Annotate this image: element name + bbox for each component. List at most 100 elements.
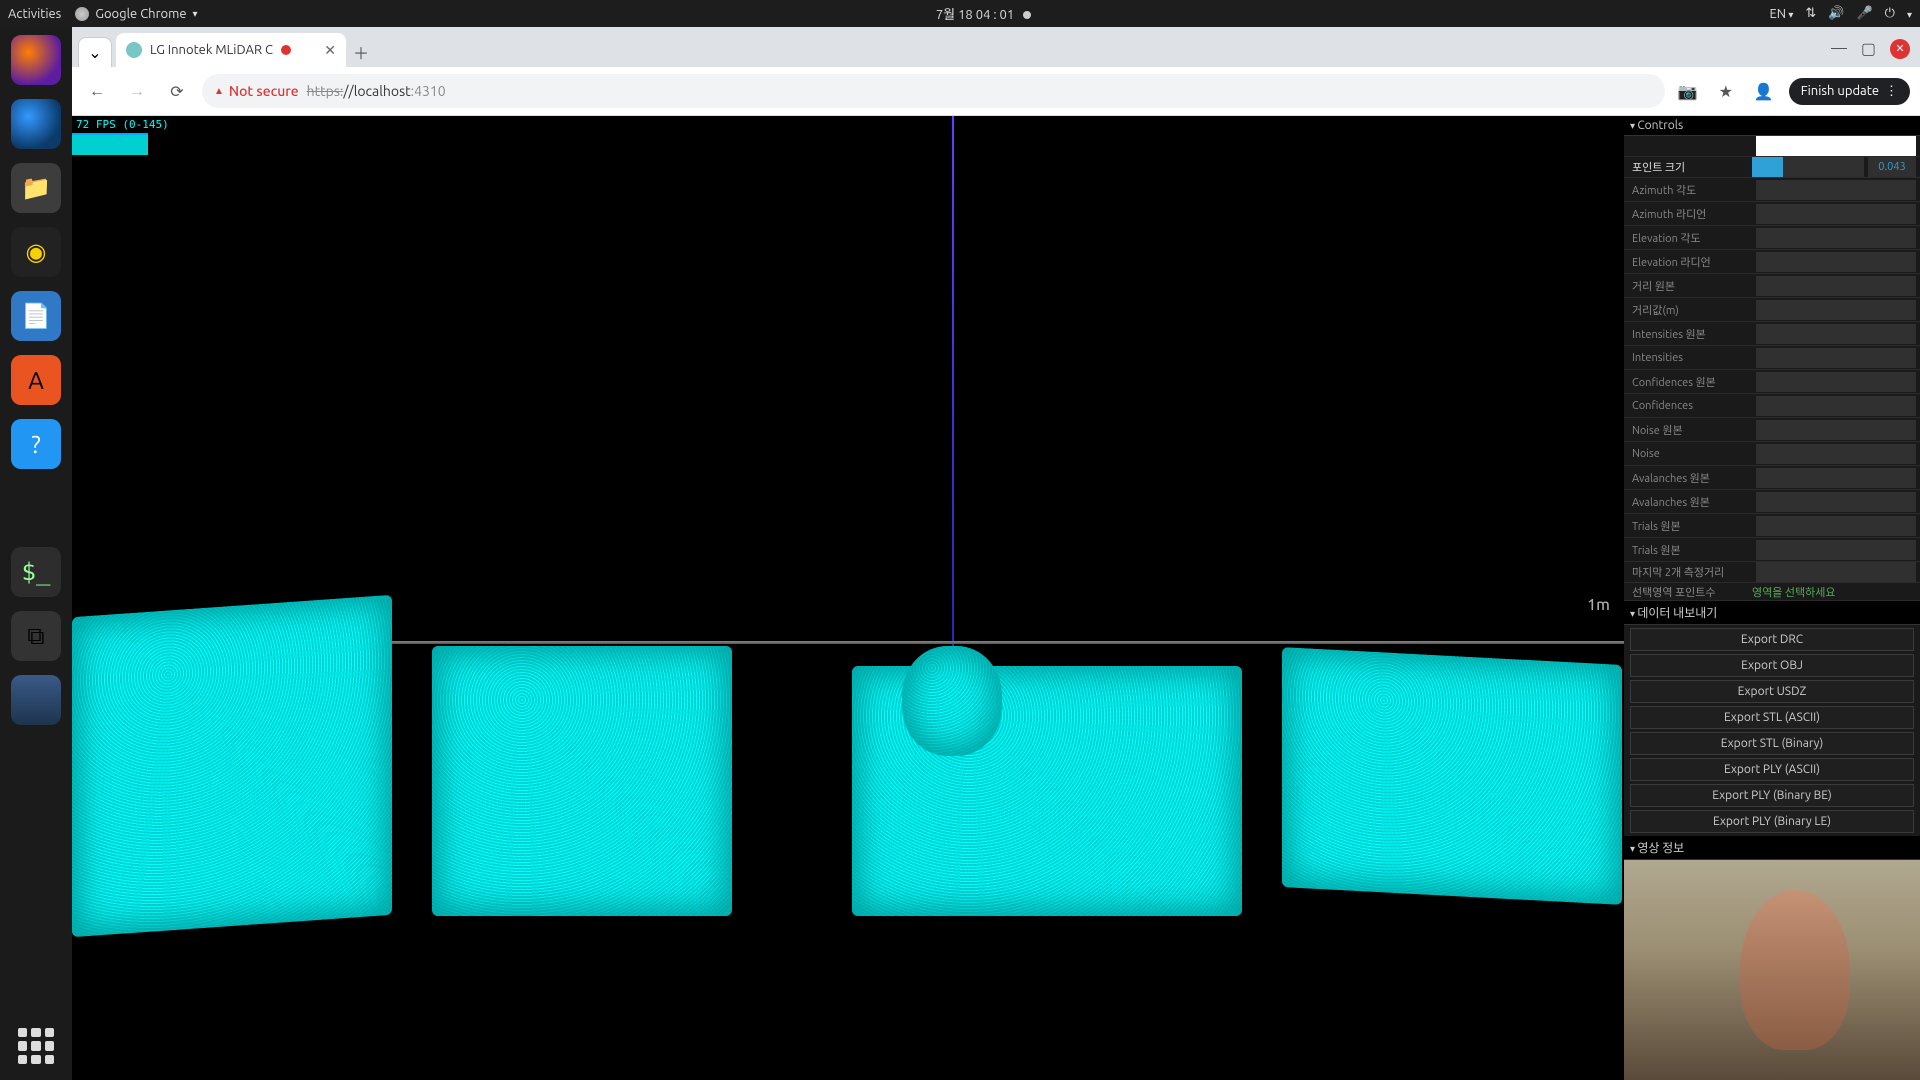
not-secure-badge[interactable]: Not secure bbox=[214, 83, 299, 99]
chevron-down-icon: ⌄ bbox=[88, 43, 101, 62]
control-label: Intensities 원본 bbox=[1624, 326, 1752, 342]
control-row: Elevation 라디언 bbox=[1624, 250, 1920, 274]
controls-section-header[interactable]: Controls bbox=[1624, 116, 1920, 136]
address-bar[interactable]: Not secure https://localhost:4310 bbox=[202, 74, 1665, 108]
recording-indicator-icon bbox=[281, 45, 291, 55]
field-last-two[interactable] bbox=[1756, 562, 1916, 582]
tab-close-button[interactable]: ✕ bbox=[324, 42, 336, 59]
control-row: Trials 원본 bbox=[1624, 538, 1920, 562]
control-field[interactable] bbox=[1756, 276, 1916, 296]
export-button[interactable]: Export STL (Binary) bbox=[1630, 732, 1914, 755]
camera-preview bbox=[1624, 860, 1920, 1080]
video-section-header[interactable]: 영상 정보 bbox=[1624, 836, 1920, 860]
window-maximize-button[interactable]: ▢ bbox=[1861, 39, 1876, 59]
dock-help[interactable]: ? bbox=[11, 419, 61, 469]
control-field[interactable] bbox=[1756, 204, 1916, 224]
row-hidden-top bbox=[1624, 136, 1920, 157]
chrome-window: ⌄ LG Innotek MLiDAR C ✕ ＋ — ▢ ✕ ← → ⟳ No… bbox=[72, 27, 1920, 1080]
slider-point-size[interactable] bbox=[1752, 157, 1864, 177]
control-row: Noise bbox=[1624, 442, 1920, 466]
export-button[interactable]: Export PLY (ASCII) bbox=[1630, 758, 1914, 781]
camera-indicator-icon[interactable]: 📷 bbox=[1675, 78, 1701, 104]
network-icon[interactable]: ⇅ bbox=[1805, 6, 1816, 21]
dock: 📁 ◉ 📄 A ? $_ ⧉ bbox=[0, 27, 72, 1080]
control-field[interactable] bbox=[1756, 348, 1916, 368]
reload-button[interactable]: ⟳ bbox=[162, 76, 192, 106]
profile-button[interactable]: 👤 bbox=[1751, 78, 1777, 104]
control-label: Trials 원본 bbox=[1624, 518, 1752, 534]
lidar-viewport[interactable]: 72 FPS (0-145) 1m Controls 포인트 크기 bbox=[72, 116, 1920, 1080]
back-button[interactable]: ← bbox=[82, 76, 112, 106]
export-button[interactable]: Export PLY (Binary LE) bbox=[1630, 810, 1914, 833]
control-field[interactable] bbox=[1756, 372, 1916, 392]
control-row: 거리 원본 bbox=[1624, 274, 1920, 298]
label-point-size: 포인트 크기 bbox=[1624, 159, 1752, 175]
dock-screenshot[interactable]: ⧉ bbox=[11, 611, 61, 661]
dock-thunderbird[interactable] bbox=[11, 99, 61, 149]
control-field[interactable] bbox=[1756, 516, 1916, 536]
window-minimize-button[interactable]: — bbox=[1831, 39, 1847, 59]
control-row: Avalanches 원본 bbox=[1624, 466, 1920, 490]
msg-selection: 영역을 선택하세요 bbox=[1752, 584, 1920, 600]
bookmark-button[interactable]: ★ bbox=[1713, 78, 1739, 104]
toolbar: ← → ⟳ Not secure https://localhost:4310 … bbox=[72, 67, 1920, 116]
control-label: Azimuth 각도 bbox=[1624, 182, 1752, 198]
control-row: Confidences bbox=[1624, 394, 1920, 418]
fps-graph bbox=[72, 133, 148, 155]
dock-terminal[interactable]: $_ bbox=[11, 547, 61, 597]
export-button[interactable]: Export PLY (Binary BE) bbox=[1630, 784, 1914, 807]
window-close-button[interactable]: ✕ bbox=[1890, 39, 1910, 59]
tab-title: LG Innotek MLiDAR C bbox=[150, 43, 273, 57]
field-color[interactable] bbox=[1756, 136, 1916, 156]
control-field[interactable] bbox=[1756, 300, 1916, 320]
tab-search-button[interactable]: ⌄ bbox=[78, 37, 112, 67]
clock[interactable]: 7월 18 04 : 01 bbox=[936, 8, 1014, 22]
control-field[interactable] bbox=[1756, 540, 1916, 560]
dock-image-viewer[interactable] bbox=[11, 675, 61, 725]
control-field[interactable] bbox=[1756, 444, 1916, 464]
dock-firefox[interactable] bbox=[11, 35, 61, 85]
power-icon[interactable]: ⏻ bbox=[1885, 6, 1895, 21]
control-field[interactable] bbox=[1756, 468, 1916, 488]
control-row: Intensities bbox=[1624, 346, 1920, 370]
input-language[interactable]: EN bbox=[1770, 7, 1794, 21]
notification-dot-icon bbox=[1023, 11, 1031, 19]
control-label: 거리값(m) bbox=[1624, 302, 1752, 318]
control-field[interactable] bbox=[1756, 228, 1916, 248]
export-button[interactable]: Export STL (ASCII) bbox=[1630, 706, 1914, 729]
row-last-two-distance: 마지막 2개 측정거리 bbox=[1624, 562, 1920, 583]
control-field[interactable] bbox=[1756, 180, 1916, 200]
control-label: 거리 원본 bbox=[1624, 278, 1752, 294]
control-field[interactable] bbox=[1756, 492, 1916, 512]
value-point-size[interactable]: 0.043 bbox=[1868, 157, 1916, 177]
export-button[interactable]: Export USDZ bbox=[1630, 680, 1914, 703]
current-app-menu[interactable]: Google Chrome bbox=[75, 7, 197, 21]
new-tab-button[interactable]: ＋ bbox=[346, 37, 376, 67]
export-section-header[interactable]: 데이터 내보내기 bbox=[1624, 601, 1920, 625]
export-button[interactable]: Export OBJ bbox=[1630, 654, 1914, 677]
mic-icon[interactable]: 🎤 bbox=[1856, 6, 1872, 21]
dock-files[interactable]: 📁 bbox=[11, 163, 61, 213]
control-row: 거리값(m) bbox=[1624, 298, 1920, 322]
control-field[interactable] bbox=[1756, 420, 1916, 440]
control-field[interactable] bbox=[1756, 252, 1916, 272]
system-menu[interactable] bbox=[1907, 7, 1912, 21]
finish-update-button[interactable]: Finish update ⋮ bbox=[1789, 78, 1910, 105]
tab-active[interactable]: LG Innotek MLiDAR C ✕ bbox=[116, 33, 346, 67]
dock-writer[interactable]: 📄 bbox=[11, 291, 61, 341]
control-label: Intensities bbox=[1624, 352, 1752, 364]
control-label: Avalanches 원본 bbox=[1624, 470, 1752, 486]
tab-favicon-icon bbox=[126, 42, 142, 58]
control-field[interactable] bbox=[1756, 396, 1916, 416]
dock-rhythmbox[interactable]: ◉ bbox=[11, 227, 61, 277]
row-selection-count: 선택영역 포인트수 영역을 선택하세요 bbox=[1624, 583, 1920, 601]
control-field[interactable] bbox=[1756, 324, 1916, 344]
control-row: Azimuth 각도 bbox=[1624, 178, 1920, 202]
camera-face-silhouette bbox=[1740, 890, 1850, 1050]
dock-software[interactable]: A bbox=[11, 355, 61, 405]
activities-button[interactable]: Activities bbox=[8, 7, 61, 21]
dock-show-apps[interactable] bbox=[14, 1024, 58, 1068]
control-label: Noise bbox=[1624, 448, 1752, 460]
export-button[interactable]: Export DRC bbox=[1630, 628, 1914, 651]
volume-icon[interactable]: 🔊 bbox=[1828, 6, 1844, 21]
